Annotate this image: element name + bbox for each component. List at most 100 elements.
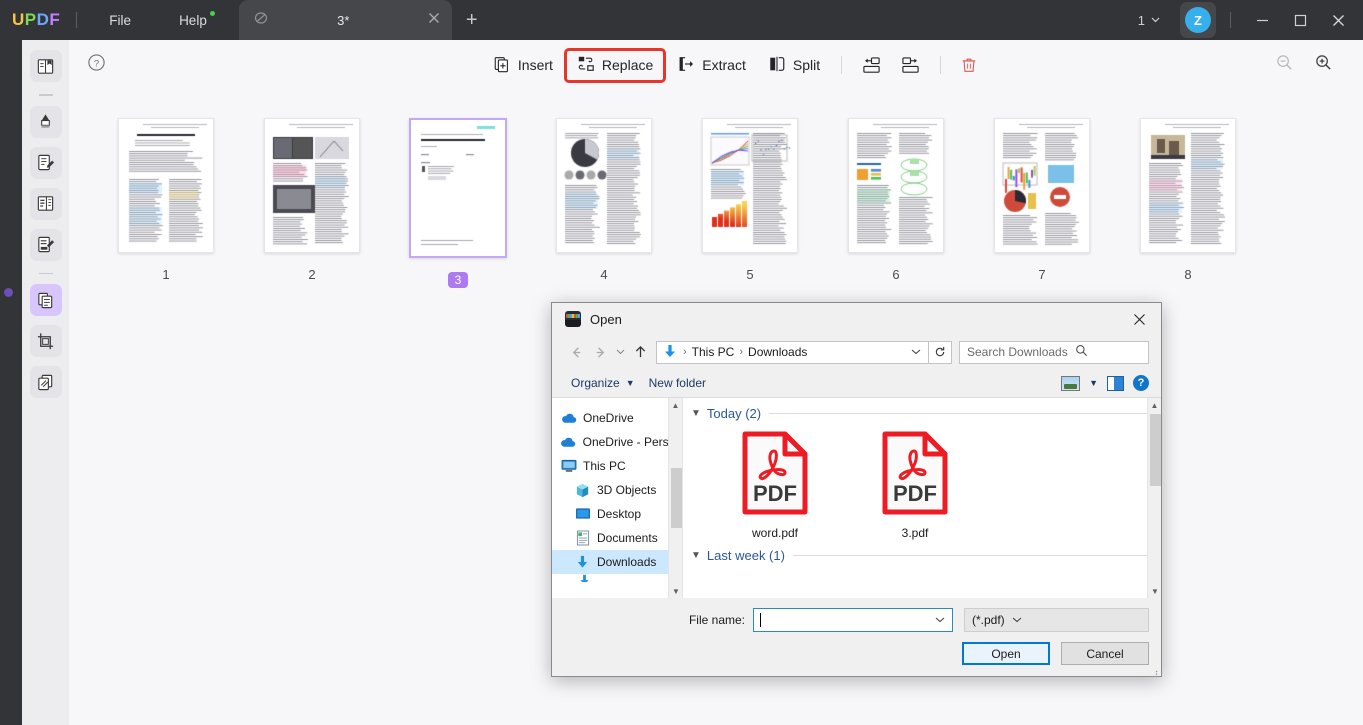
- menu-help[interactable]: Help: [169, 9, 217, 32]
- sidebar-item-onedrive-person[interactable]: OneDrive - Person: [552, 430, 682, 454]
- view-mode-caret-icon[interactable]: ▼: [1089, 378, 1098, 388]
- resize-grip[interactable]: [1150, 665, 1158, 673]
- close-icon[interactable]: [428, 11, 440, 29]
- scrollbar-thumb[interactable]: [671, 468, 682, 528]
- sidebar-item-desktop[interactable]: Desktop: [552, 502, 682, 526]
- breadcrumb-dropdown-icon[interactable]: [911, 347, 921, 358]
- search-input[interactable]: Search Downloads: [959, 341, 1149, 364]
- extract-page-icon: [677, 55, 695, 76]
- organize-button[interactable]: Organize ▼: [564, 373, 642, 393]
- merge-left-icon[interactable]: [852, 49, 891, 82]
- page-thumbnail[interactable]: [1140, 118, 1236, 253]
- page-thumbnail-cell[interactable]: 4: [531, 90, 677, 288]
- page-thumbnail[interactable]: [848, 118, 944, 253]
- replace-button[interactable]: Replace: [564, 48, 666, 83]
- file-list-scrollbar[interactable]: ▲ ▼: [1147, 398, 1161, 598]
- help-icon[interactable]: ?: [1133, 375, 1149, 391]
- breadcrumb[interactable]: › This PC › Downloads: [656, 341, 929, 364]
- file-group-header[interactable]: ▼ Today (2): [683, 398, 1161, 421]
- filename-row: File name: (*.pdf): [552, 598, 1161, 632]
- open-button[interactable]: Open: [962, 642, 1050, 665]
- sidebar-item-reader[interactable]: [30, 50, 62, 82]
- sidebar-item-comment[interactable]: [30, 188, 62, 220]
- page-thumbnail[interactable]: [409, 118, 507, 258]
- view-mode-icon[interactable]: [1061, 376, 1080, 391]
- page-thumbnail[interactable]: [994, 118, 1090, 253]
- file-item[interactable]: PDF 3.pdf: [845, 429, 985, 540]
- scroll-down-icon[interactable]: ▼: [669, 584, 683, 598]
- sidebar-scrollbar[interactable]: ▲ ▼: [668, 398, 682, 598]
- page-thumbnail-cell[interactable]: 8: [1115, 90, 1261, 288]
- page-number-label: 1: [162, 267, 169, 282]
- scroll-up-icon[interactable]: ▲: [669, 398, 682, 412]
- recent-locations-button[interactable]: [612, 340, 628, 364]
- scroll-down-icon[interactable]: ▼: [1148, 584, 1161, 598]
- extract-button[interactable]: Extract: [666, 48, 757, 83]
- toolbar-tools: Insert Replace Extract Split: [482, 48, 987, 83]
- split-button[interactable]: Split: [757, 48, 831, 83]
- merge-right-icon[interactable]: [891, 49, 930, 82]
- cancel-button[interactable]: Cancel: [1061, 642, 1149, 665]
- sidebar-item-downloads[interactable]: Downloads: [552, 550, 682, 574]
- account-button[interactable]: Z: [1180, 2, 1216, 38]
- delete-icon[interactable]: [951, 49, 987, 81]
- insert-button[interactable]: Insert: [482, 48, 564, 83]
- page-preview: [995, 119, 1089, 252]
- chevron-down-icon[interactable]: ▼: [691, 550, 701, 561]
- sidebar-item-form[interactable]: [30, 229, 62, 261]
- filename-input[interactable]: [753, 608, 953, 632]
- filename-dropdown-icon[interactable]: [935, 615, 945, 626]
- sidebar-item-edit-pdf[interactable]: [30, 147, 62, 179]
- page-thumbnail[interactable]: [556, 118, 652, 253]
- question-circle-icon[interactable]: ?: [87, 53, 106, 77]
- sidebar-item-onedrive[interactable]: OneDrive: [552, 406, 682, 430]
- new-tab-button[interactable]: +: [466, 10, 478, 30]
- sidebar-collapse-handle[interactable]: [4, 288, 13, 297]
- filetype-dropdown-icon[interactable]: [1012, 615, 1022, 626]
- page-thumbnail-cell[interactable]: 7: [969, 90, 1115, 288]
- breadcrumb-item-downloads[interactable]: Downloads: [748, 345, 807, 359]
- chevron-down-icon[interactable]: ▼: [691, 408, 701, 419]
- page-thumbnail-cell[interactable]: 1: [93, 90, 239, 288]
- file-group-header[interactable]: ▼ Last week (1): [683, 540, 1161, 563]
- up-button[interactable]: [628, 340, 652, 364]
- page-thumbnail-cell[interactable]: 3: [385, 90, 531, 288]
- menu-file[interactable]: File: [99, 9, 141, 32]
- page-count-selector[interactable]: 1: [1132, 9, 1166, 32]
- sidebar-item-organize-pages[interactable]: [30, 284, 62, 316]
- page-preview: [119, 119, 213, 252]
- sidebar-item-documents[interactable]: Documents: [552, 526, 682, 550]
- file-item[interactable]: PDF word.pdf: [705, 429, 845, 540]
- new-folder-button[interactable]: New folder: [642, 373, 713, 393]
- back-button[interactable]: [564, 340, 588, 364]
- refresh-button[interactable]: [929, 341, 952, 364]
- sidebar-item-highlighter[interactable]: [30, 106, 62, 138]
- sidebar-item-batch[interactable]: [30, 366, 62, 398]
- dialog-close-icon[interactable]: [1117, 303, 1161, 335]
- maximize-button[interactable]: [1281, 0, 1319, 40]
- page-thumbnail-cell[interactable]: 2: [239, 90, 385, 288]
- svg-text:PDF: PDF: [893, 481, 937, 506]
- close-window-button[interactable]: [1319, 0, 1357, 40]
- filetype-select[interactable]: (*.pdf): [964, 608, 1149, 632]
- page-thumbnail-cell[interactable]: 6: [823, 90, 969, 288]
- sidebar-item-partial[interactable]: [552, 574, 682, 582]
- sidebar-item-3d-objects[interactable]: 3D Objects: [552, 478, 682, 502]
- page-thumbnail[interactable]: [264, 118, 360, 253]
- document-tab[interactable]: 3*: [239, 0, 452, 40]
- sidebar-item-this-pc[interactable]: This PC: [552, 454, 682, 478]
- zoom-in-icon[interactable]: [1314, 53, 1333, 77]
- sidebar-item-crop[interactable]: [30, 325, 62, 357]
- minimize-button[interactable]: [1243, 0, 1281, 40]
- zoom-out-icon[interactable]: [1275, 53, 1294, 77]
- forward-button[interactable]: [588, 340, 612, 364]
- preview-pane-icon[interactable]: [1107, 376, 1124, 391]
- page-thumbnail[interactable]: [702, 118, 798, 253]
- cloud-icon: [560, 436, 577, 449]
- page-thumbnail[interactable]: [118, 118, 214, 253]
- desktop-icon: [574, 507, 591, 521]
- breadcrumb-item-this-pc[interactable]: This PC: [692, 345, 735, 359]
- scrollbar-thumb[interactable]: [1150, 414, 1161, 486]
- page-thumbnail-cell[interactable]: 5: [677, 90, 823, 288]
- scroll-up-icon[interactable]: ▲: [1148, 398, 1161, 412]
